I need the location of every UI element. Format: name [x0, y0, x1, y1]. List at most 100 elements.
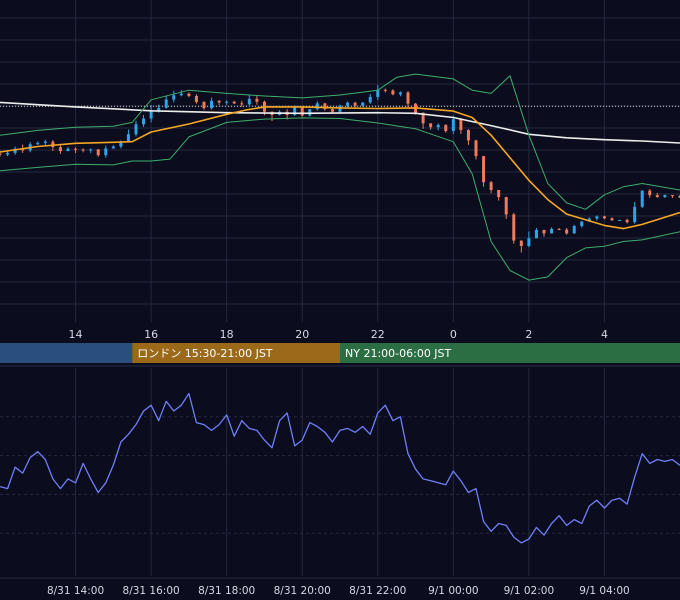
candle-body — [444, 124, 448, 132]
chart-background — [0, 0, 680, 600]
candle-body — [670, 195, 674, 197]
candle-body — [134, 124, 138, 135]
datetime-tick-label: 9/1 04:00 — [579, 585, 630, 597]
candle-body — [618, 219, 622, 221]
candle-down — [512, 212, 516, 244]
time-tick-label: 22 — [371, 328, 385, 341]
candle-body — [368, 96, 372, 103]
candle-body — [398, 92, 402, 95]
time-tick-label: 2 — [525, 328, 532, 341]
candle-body — [580, 221, 584, 227]
datetime-tick-label: 9/1 00:00 — [428, 585, 479, 597]
candle-body — [504, 197, 508, 215]
session-label: ロンドン 15:30-21:00 JST — [137, 347, 273, 360]
candle-body — [187, 93, 191, 96]
candle-body — [255, 98, 259, 102]
candle-body — [308, 109, 312, 116]
candle-body — [602, 216, 606, 219]
candle-body — [66, 148, 70, 152]
candle-body — [126, 134, 130, 142]
candle-body — [512, 214, 516, 241]
candle-body — [565, 229, 569, 234]
candle-body — [655, 195, 659, 198]
candle-body — [89, 149, 93, 151]
candle-down — [300, 107, 304, 117]
candle-body — [0, 153, 2, 155]
candle-body — [633, 206, 637, 223]
candle-body — [247, 98, 251, 105]
candle-body — [648, 190, 652, 196]
candle-body — [104, 148, 108, 156]
candle-body — [557, 228, 561, 230]
datetime-tick-label: 8/31 20:00 — [274, 585, 331, 597]
candle-body — [451, 119, 455, 132]
candle-body — [361, 102, 365, 106]
candle-body — [527, 238, 531, 247]
datetime-tick-label: 8/31 16:00 — [123, 585, 180, 597]
candle-body — [429, 123, 433, 128]
candle-body — [595, 216, 599, 219]
candle-body — [179, 93, 183, 96]
candle-body — [157, 107, 161, 111]
candle-up — [640, 190, 644, 209]
datetime-tick-label: 8/31 14:00 — [47, 585, 104, 597]
candle-body — [149, 110, 153, 119]
session-block — [0, 343, 133, 363]
candle-body — [43, 141, 47, 143]
candle-body — [111, 146, 115, 149]
time-tick-label: 0 — [450, 328, 457, 341]
candle-body — [482, 156, 486, 183]
candle-body — [6, 152, 10, 155]
candle-body — [466, 130, 470, 141]
candle-body — [330, 109, 334, 112]
candle-body — [81, 149, 85, 151]
candle-body — [96, 149, 100, 156]
candle-body — [550, 228, 554, 234]
candle-body — [436, 124, 440, 128]
time-tick-label: 20 — [295, 328, 309, 341]
candle-body — [225, 101, 229, 103]
session-label: NY 21:00-06:00 JST — [345, 347, 452, 360]
candle-body — [164, 99, 168, 108]
candle-body — [232, 101, 236, 104]
candle-body — [74, 148, 78, 150]
time-tick-label: 16 — [144, 328, 158, 341]
candle-body — [572, 226, 576, 234]
candle-body — [497, 189, 501, 198]
session-bar: ロンドン 15:30-21:00 JST NY 21:00-06:00 JST — [0, 343, 680, 363]
candle-body — [172, 95, 176, 100]
candle-body — [36, 142, 40, 145]
candle-down — [482, 155, 486, 187]
candle-body — [300, 107, 304, 116]
candle-body — [663, 195, 667, 198]
candle-body — [353, 102, 357, 106]
candle-body — [459, 119, 463, 131]
candle-body — [406, 92, 410, 104]
candle-body — [534, 229, 538, 239]
candle-body — [625, 219, 629, 223]
candle-body — [58, 147, 62, 152]
candle-body — [346, 102, 350, 106]
datetime-tick-label: 8/31 18:00 — [198, 585, 255, 597]
candle-body — [315, 103, 319, 110]
candle-body — [474, 140, 478, 157]
candle-up — [618, 219, 622, 221]
candle-body — [519, 240, 523, 247]
time-tick-label: 18 — [220, 328, 234, 341]
fx-chart: 14 16 18 20 22 0 2 4 ロンドン 15:30-21:00 JST NY 21:… — [0, 0, 680, 600]
datetime-tick-label: 9/1 02:00 — [504, 585, 555, 597]
candle-body — [142, 118, 146, 125]
time-tick-label: 4 — [601, 328, 608, 341]
candle-up — [572, 224, 576, 234]
candle-body — [610, 218, 614, 221]
candle-body — [383, 89, 387, 91]
time-tick-label: 14 — [69, 328, 83, 341]
candle-body — [194, 95, 198, 103]
candle-body — [210, 100, 214, 109]
candle-body — [542, 229, 546, 234]
candle-body — [202, 102, 206, 109]
candle-body — [240, 103, 244, 105]
datetime-tick-label: 8/31 22:00 — [349, 585, 406, 597]
candle-body — [376, 89, 380, 97]
candle-body — [640, 190, 644, 207]
